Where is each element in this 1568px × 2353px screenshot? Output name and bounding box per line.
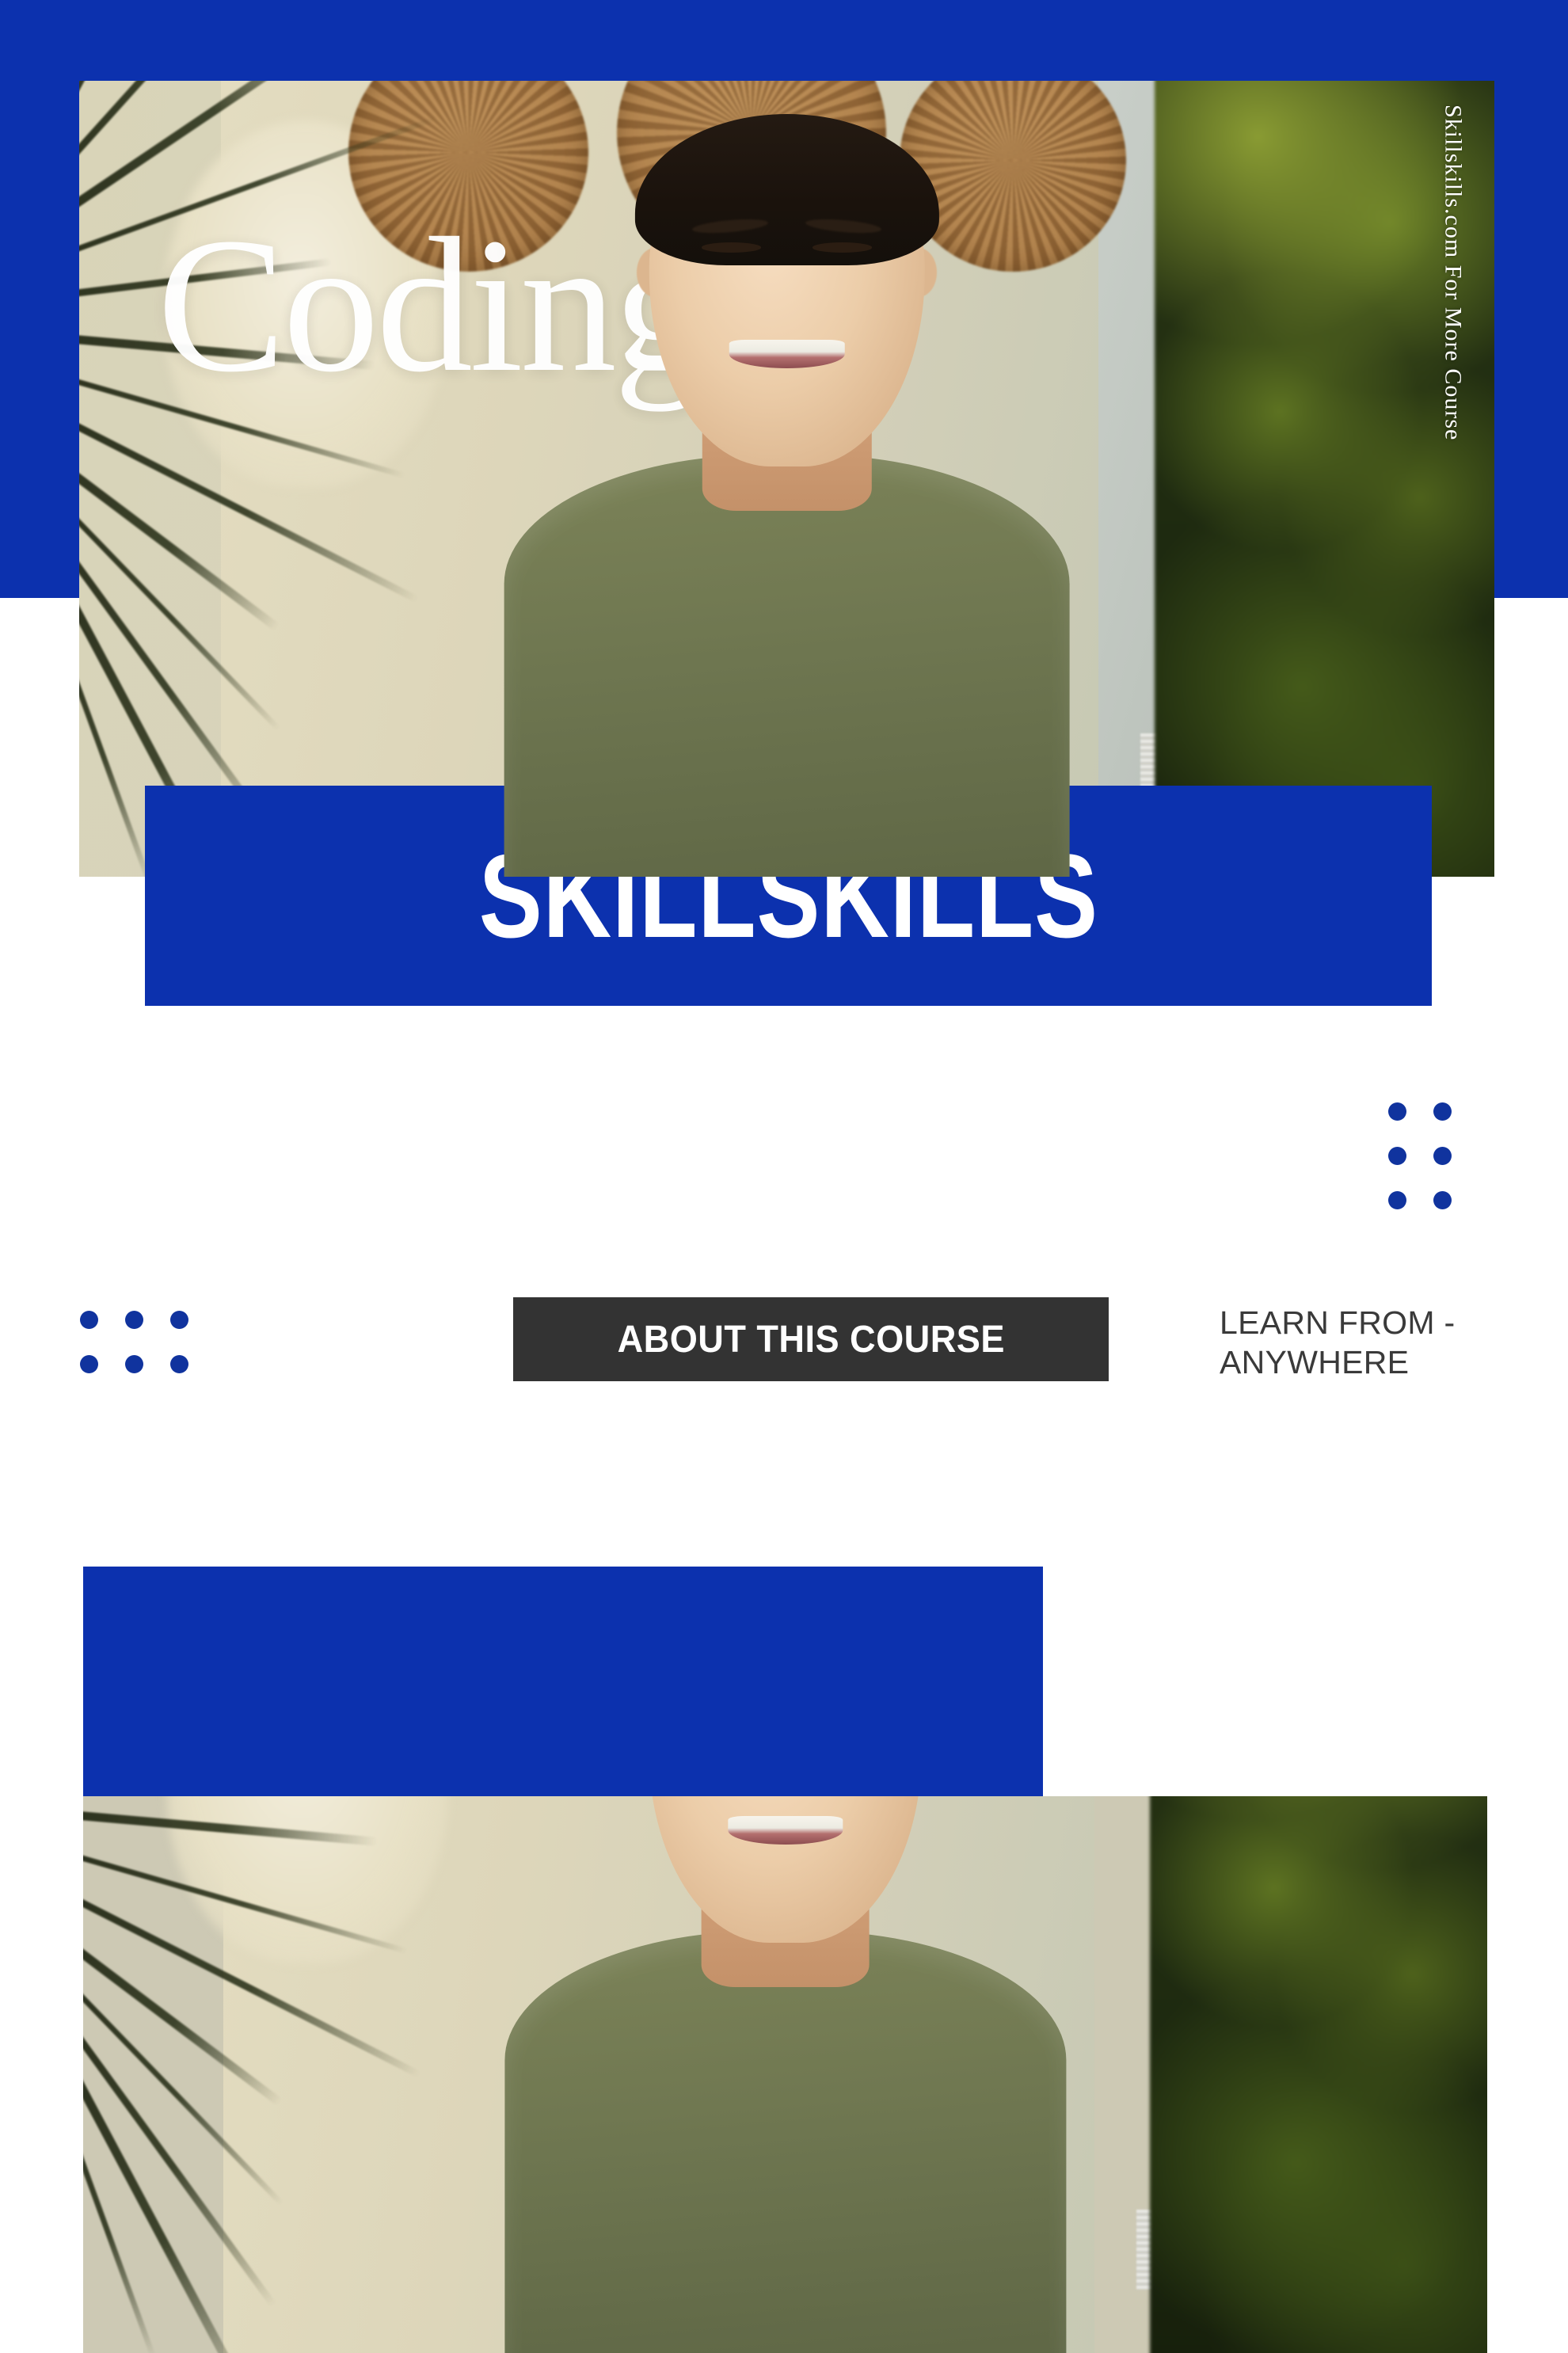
subject-eye-left (702, 242, 762, 253)
subject-smile (727, 1815, 843, 1845)
learn-note-line-1: LEARN FROM - (1220, 1304, 1456, 1341)
poster-canvas: Coding Skillskills.com For More Course S… (0, 0, 1568, 2353)
learn-note-line-2: ANYWHERE (1220, 1344, 1410, 1381)
dot (80, 1355, 98, 1373)
lower-photo (83, 1796, 1487, 2353)
dot-grid-left (80, 1311, 188, 1373)
lower-blue-block (83, 1567, 1043, 1797)
about-tag-label: ABOUT THIS COURSE (617, 1318, 1005, 1361)
subject-shirt (504, 455, 1070, 877)
dot (125, 1355, 143, 1373)
subject-hair (634, 114, 939, 266)
dot (1433, 1147, 1452, 1165)
dot-grid-right (1388, 1102, 1452, 1209)
lower-subject (83, 1796, 1487, 2353)
dot (1433, 1102, 1452, 1121)
site-watermark: Skillskills.com For More Course (1440, 105, 1467, 441)
dot (125, 1311, 143, 1329)
hero-photo: Coding Skillskills.com For More Course (79, 81, 1494, 877)
subject-smile (729, 339, 845, 368)
dot (1433, 1191, 1452, 1209)
subject-eye-right (812, 242, 872, 253)
dot (170, 1311, 188, 1329)
lower-scene-background (83, 1796, 1487, 2353)
hero-subject (79, 81, 1494, 877)
learn-from-anywhere-note: LEARN FROM - ANYWHERE (1220, 1303, 1513, 1382)
dot (1388, 1102, 1406, 1121)
dot (1388, 1147, 1406, 1165)
subject-shirt (504, 1931, 1067, 2353)
dot (80, 1311, 98, 1329)
about-this-course-tag: ABOUT THIS COURSE (513, 1297, 1109, 1381)
dot (170, 1355, 188, 1373)
dot (1388, 1191, 1406, 1209)
